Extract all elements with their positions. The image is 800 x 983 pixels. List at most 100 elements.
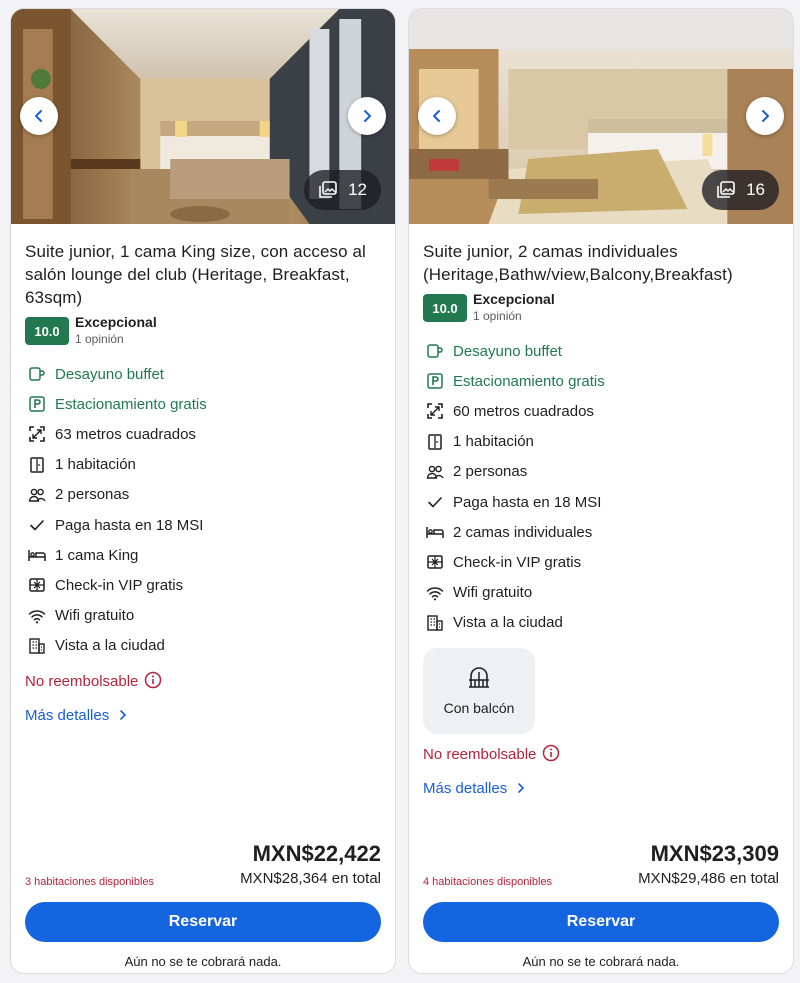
wifi-icon [27, 606, 47, 626]
amenity-item: Paga hasta en 18 MSI [25, 510, 381, 540]
chevron-right-icon [120, 710, 127, 721]
people-icon [27, 485, 47, 505]
refund-policy: No reembolsable [423, 744, 779, 766]
reserve-button[interactable]: Reservar [25, 902, 381, 942]
amenity-label: Desayuno buffet [453, 342, 562, 360]
total-price: MXN$29,486 en total [638, 870, 779, 887]
price-block: MXN$22,422 MXN$28,364 en total [240, 840, 381, 890]
amenity-label: Paga hasta en 18 MSI [55, 516, 204, 534]
more-details-link[interactable]: Más detalles [25, 707, 381, 724]
checkmark-icon [27, 515, 47, 535]
amenity-label: 2 personas [55, 486, 130, 504]
amenity-label: Desayuno buffet [55, 365, 164, 383]
rating-label: Excepcional [473, 291, 555, 307]
photo-count-button[interactable]: 16 [702, 170, 779, 210]
amenity-label: Vista a la ciudad [453, 614, 563, 632]
amenity-label: Check-in VIP gratis [55, 576, 184, 594]
previous-photo-button[interactable] [20, 97, 58, 135]
amenity-label: Wifi gratuito [55, 607, 135, 625]
area-size-icon [27, 424, 47, 444]
nightly-price: MXN$23,309 [650, 841, 779, 866]
coffee-cup-icon [27, 364, 47, 384]
amenity-label: 2 personas [453, 463, 528, 481]
previous-photo-button[interactable] [418, 97, 456, 135]
amenity-item: Paga hasta en 18 MSI [423, 487, 779, 517]
amenity-item: 1 habitación [423, 427, 779, 457]
review-count: 1 opinión [75, 332, 124, 346]
availability-text: 3 habitaciones disponibles [25, 876, 155, 888]
booking-footer: 3 habitaciones disponibles MXN$22,422 MX… [25, 840, 381, 973]
amenity-item: 1 habitación [25, 450, 381, 480]
balcony-icon [469, 667, 489, 688]
price-block: MXN$23,309 MXN$29,486 en total [638, 840, 779, 890]
city-building-icon [27, 636, 47, 656]
gallery-icon [319, 181, 337, 198]
parking-icon [27, 394, 47, 414]
more-details-label: Más detalles [25, 706, 110, 724]
door-icon [425, 432, 445, 452]
more-details-link[interactable]: Más detalles [423, 780, 779, 797]
amenity-item: 63 metros cuadrados [25, 419, 381, 449]
amenity-item: Vista a la ciudad [25, 631, 381, 661]
people-icon [425, 462, 445, 482]
amenity-item: 2 personas [25, 480, 381, 510]
info-icon[interactable] [542, 744, 560, 766]
total-price: MXN$28,364 en total [240, 870, 381, 887]
chevron-right-icon [762, 110, 769, 122]
amenity-item: Wifi gratuito [423, 578, 779, 608]
refund-label: No reembolsable [423, 746, 537, 764]
wifi-icon [425, 583, 445, 603]
amenity-item: Vista a la ciudad [423, 608, 779, 638]
next-photo-button[interactable] [746, 97, 784, 135]
bed-icon [425, 522, 445, 542]
amenity-item: 1 cama King [25, 540, 381, 570]
amenity-item: 2 camas individuales [423, 517, 779, 547]
gallery-icon [717, 181, 735, 198]
vip-ticket-icon [425, 552, 445, 572]
coffee-cup-icon [425, 341, 445, 361]
amenity-label: Estacionamiento gratis [55, 395, 207, 413]
room-title: Suite junior, 1 cama King size, con acce… [25, 242, 366, 307]
door-icon [27, 455, 47, 475]
amenity-label: 60 metros cuadrados [453, 402, 594, 420]
area-size-icon [425, 401, 445, 421]
photo-count: 16 [746, 180, 765, 199]
no-charge-note: Aún no se te cobrará nada. [522, 954, 680, 969]
amenity-label: 2 camas individuales [453, 523, 593, 541]
reserve-button[interactable]: Reservar [423, 902, 779, 942]
vip-ticket-icon [27, 575, 47, 595]
amenity-label: Wifi gratuito [453, 584, 533, 602]
city-building-icon [425, 613, 445, 633]
no-charge-note: Aún no se te cobrará nada. [124, 954, 282, 969]
amenity-item: Check-in VIP gratis [25, 570, 381, 600]
parking-icon [425, 371, 445, 391]
amenity-item: Desayuno buffet [423, 336, 779, 366]
rating-label: Excepcional [75, 314, 157, 330]
amenity-item: Wifi gratuito [25, 601, 381, 631]
amenity-item: 60 metros cuadrados [423, 396, 779, 426]
balcony-feature-tile: Con balcón [423, 647, 535, 734]
amenity-label: Estacionamiento gratis [453, 372, 605, 390]
review-count: 1 opinión [473, 309, 522, 323]
photo-count-button[interactable]: 12 [304, 170, 381, 210]
amenity-label: Vista a la ciudad [55, 637, 165, 655]
balcony-label: Con balcón [443, 699, 515, 716]
rating: 10.0 Excepcional 1 opinión [423, 291, 779, 324]
nightly-price: MXN$22,422 [252, 841, 381, 866]
amenity-label: 1 habitación [453, 433, 534, 451]
checkmark-icon [425, 492, 445, 512]
rating-score: 10.0 [423, 294, 467, 322]
amenity-item: Desayuno buffet [25, 359, 381, 389]
amenity-list: Desayuno buffet Estacionamiento gratis 6… [423, 336, 779, 638]
room-photo-carousel[interactable]: 12 [11, 9, 395, 224]
room-photo-carousel[interactable]: 16 [409, 9, 793, 224]
amenity-label: 1 cama King [55, 546, 139, 564]
amenity-item: Estacionamiento gratis [25, 389, 381, 419]
amenity-label: 63 metros cuadrados [55, 425, 196, 443]
next-photo-button[interactable] [348, 97, 386, 135]
info-icon[interactable] [144, 671, 162, 693]
amenity-item: Estacionamiento gratis [423, 366, 779, 396]
chevron-left-icon [433, 110, 440, 122]
chevron-left-icon [35, 110, 42, 122]
amenity-list: Desayuno buffet Estacionamiento gratis 6… [25, 359, 381, 661]
